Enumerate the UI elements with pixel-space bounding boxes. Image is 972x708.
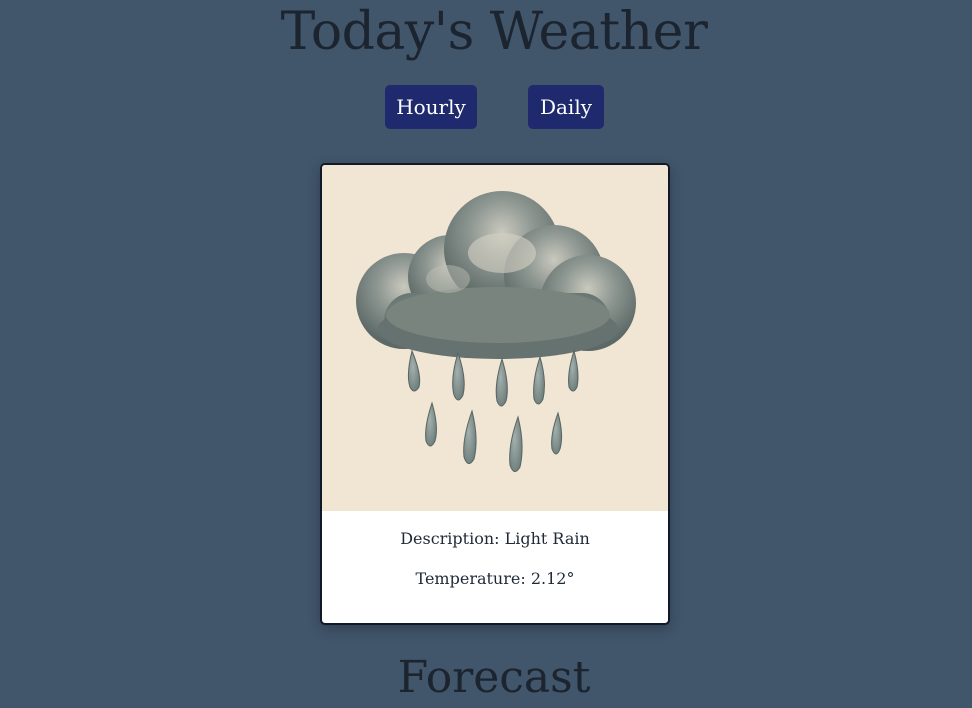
weather-card: Description: Light Rain Temperature: 2.1…	[320, 163, 670, 625]
daily-button[interactable]: Daily	[528, 85, 604, 129]
weather-image	[322, 165, 668, 511]
forecast-heading: Forecast	[397, 652, 591, 703]
rain-drops	[407, 349, 579, 472]
cloud-shape	[356, 191, 636, 359]
rain-cloud-icon	[356, 191, 636, 472]
weather-description: Description: Light Rain	[400, 529, 590, 548]
page-title: Today's Weather	[280, 2, 708, 62]
weather-temperature: Temperature: 2.12°	[415, 569, 575, 588]
hourly-button[interactable]: Hourly	[385, 85, 477, 129]
